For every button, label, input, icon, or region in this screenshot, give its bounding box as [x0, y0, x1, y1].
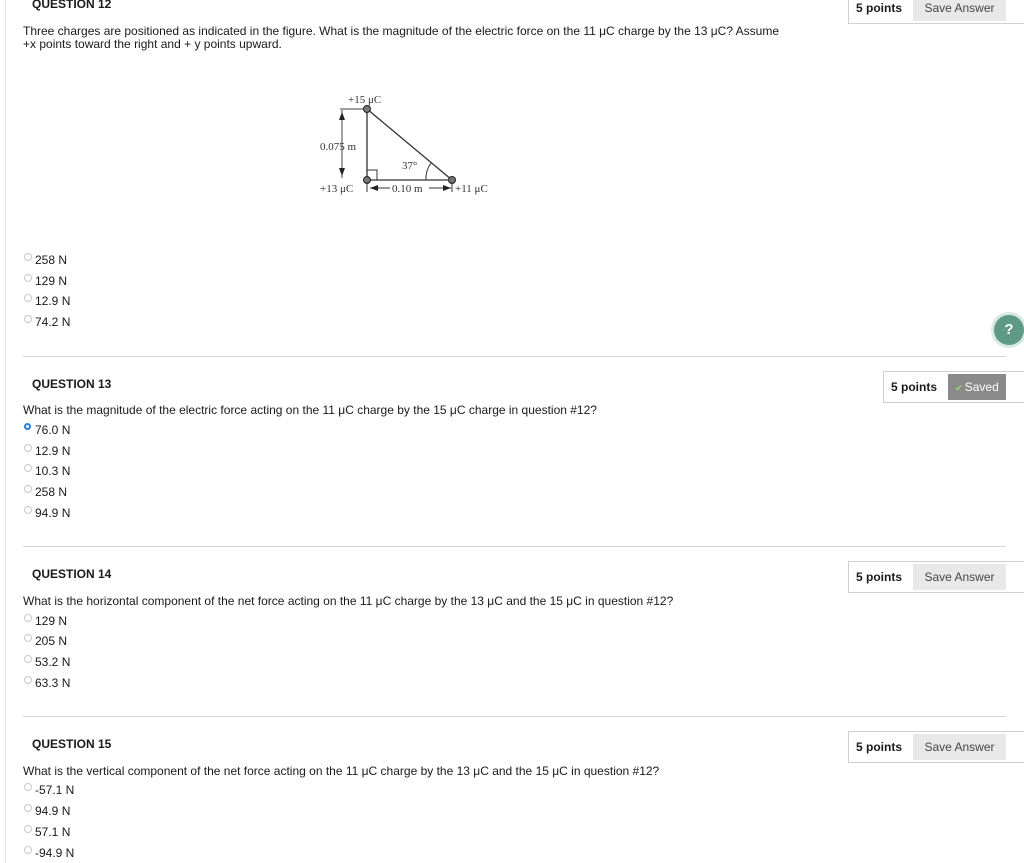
question-13-points: 5 points	[891, 380, 938, 394]
radio-button[interactable]	[24, 634, 32, 642]
question-divider	[23, 716, 1006, 717]
charge-15-dot	[363, 105, 371, 113]
charge-triangle-figure: +15 μC 0.075 m 37° +13 μC 0.10 m +11 μC	[320, 94, 488, 195]
question-15-text: What is the vertical component of the ne…	[23, 764, 660, 778]
top-charge-label: +15 μC	[348, 94, 381, 106]
vertical-dim-arrow-down-icon	[339, 168, 345, 176]
radio-button-checked[interactable]	[24, 423, 31, 430]
radio-button[interactable]	[24, 294, 32, 302]
angle-label: 37°	[402, 160, 417, 172]
help-button[interactable]: ?	[994, 315, 1024, 345]
question-12-header: 5 points Save Answer	[848, 0, 1024, 24]
question-12-points: 5 points	[856, 1, 903, 15]
question-13-text: What is the magnitude of the electric fo…	[23, 403, 597, 417]
question-14-points: 5 points	[856, 570, 903, 584]
question-14-header: 5 points Save Answer	[848, 561, 1024, 593]
checkmark-icon: ✔	[955, 383, 963, 393]
radio-button[interactable]	[24, 783, 32, 791]
question-14-save-answer-button[interactable]: Save Answer	[913, 564, 1006, 590]
question-12-text-line-2: +x points toward the right and + y point…	[23, 37, 282, 51]
radio-button[interactable]	[24, 506, 32, 514]
radio-button[interactable]	[24, 485, 32, 493]
question-13-title: QUESTION 13	[32, 377, 112, 391]
question-13-header: 5 points ✔ Saved	[883, 371, 1024, 403]
question-15-points: 5 points	[856, 740, 903, 754]
radio-button[interactable]	[24, 804, 32, 812]
radio-button[interactable]	[24, 676, 32, 684]
horizontal-dim-label: 0.10 m	[392, 183, 423, 195]
radio-button[interactable]	[24, 315, 32, 323]
vertical-dim-arrow-up-icon	[339, 112, 345, 120]
question-mark-icon: ?	[1004, 321, 1014, 338]
question-12-title: QUESTION 12	[32, 0, 112, 11]
page-left-border	[5, 0, 6, 863]
question-divider	[23, 356, 1006, 357]
radio-button[interactable]	[24, 655, 32, 663]
radio-button[interactable]	[24, 614, 32, 622]
radio-button[interactable]	[24, 274, 32, 282]
radio-button[interactable]	[24, 464, 32, 472]
radio-button[interactable]	[24, 253, 32, 261]
question-12-save-answer-button[interactable]: Save Answer	[913, 0, 1006, 21]
question-15-title: QUESTION 15	[32, 737, 112, 751]
radio-button[interactable]	[24, 846, 32, 854]
radio-button[interactable]	[24, 444, 32, 452]
question-12-text: Three charges are positioned as indicate…	[23, 25, 779, 51]
angle-arc	[425, 162, 432, 181]
question-15-header: 5 points Save Answer	[848, 731, 1024, 763]
horizontal-dim-arrow-right-icon	[443, 185, 451, 191]
question-15-save-answer-button[interactable]: Save Answer	[913, 734, 1006, 760]
horizontal-dim-arrow-left-icon	[370, 185, 378, 191]
vertical-dim-label: 0.075 m	[320, 141, 357, 153]
question-13-saved-status[interactable]: ✔ Saved	[948, 374, 1006, 400]
left-charge-label: +13 μC	[320, 183, 353, 195]
question-divider	[23, 546, 1006, 547]
question-14-title: QUESTION 14	[32, 567, 112, 581]
question-14-text: What is the horizontal component of the …	[23, 594, 674, 608]
radio-button[interactable]	[24, 825, 32, 833]
right-charge-label: +11 μC	[455, 183, 488, 195]
